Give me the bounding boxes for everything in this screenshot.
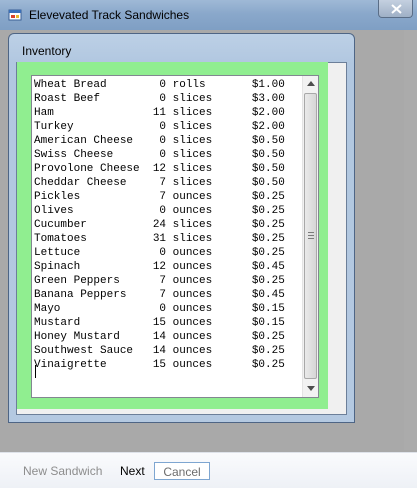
inventory-line: Spinach 12 ounces $0.45 <box>34 261 285 273</box>
inventory-line: Wheat Bread 0 rolls $1.00 <box>34 79 285 91</box>
inventory-list[interactable]: Wheat Bread 0 rolls $1.00 Roast Beef 0 sl… <box>31 75 319 398</box>
app-window-icon <box>8 9 22 21</box>
inventory-line: Provolone Cheese 12 slices $0.50 <box>34 163 285 175</box>
main-window: Elevevated Track Sandwiches Inventory Wh… <box>0 0 417 488</box>
inventory-line: Vinaigrette 15 ounces $0.25 <box>34 359 285 371</box>
inventory-list-text[interactable]: Wheat Bread 0 rolls $1.00 Roast Beef 0 sl… <box>34 78 301 395</box>
inventory-line: Turkey 0 slices $2.00 <box>34 121 285 133</box>
inventory-window-title: Inventory <box>22 44 72 58</box>
bottom-menu-strip: New Sandwich Next Cancel <box>0 452 417 488</box>
new-sandwich-button[interactable]: New Sandwich <box>23 462 102 480</box>
inventory-line: Mayo 0 ounces $0.15 <box>34 303 285 315</box>
inventory-scrollbar[interactable] <box>302 76 318 397</box>
scroll-grip-icon <box>308 232 314 239</box>
scroll-down-arrow-icon <box>307 386 315 391</box>
close-button[interactable] <box>378 0 413 18</box>
scroll-thumb[interactable] <box>304 93 317 379</box>
inventory-line: Banana Peppers 7 ounces $0.45 <box>34 289 285 301</box>
inventory-line: Ham 11 slices $2.00 <box>34 107 285 119</box>
window-title: Elevevated Track Sandwiches <box>29 8 190 22</box>
inventory-line: Southwest Sauce 14 ounces $0.25 <box>34 345 285 357</box>
cancel-button[interactable]: Cancel <box>154 462 210 480</box>
inventory-line: Honey Mustard 14 ounces $0.25 <box>34 331 285 343</box>
text-caret <box>35 365 36 378</box>
main-title-bar[interactable]: Elevevated Track Sandwiches <box>0 0 417 30</box>
inventory-line: American Cheese 0 slices $0.50 <box>34 135 285 147</box>
inventory-line: Cheddar Cheese 7 slices $0.50 <box>34 177 285 189</box>
inventory-line: Swiss Cheese 0 slices $0.50 <box>34 149 285 161</box>
inventory-line: Pickles 7 ounces $0.25 <box>34 191 285 203</box>
inventory-line: Roast Beef 0 slices $3.00 <box>34 93 285 105</box>
scroll-down-button[interactable] <box>303 381 319 397</box>
inventory-line: Tomatoes 31 slices $0.25 <box>34 233 285 245</box>
inventory-line: Cucumber 24 slices $0.25 <box>34 219 285 231</box>
inventory-line: Mustard 15 ounces $0.15 <box>34 317 285 329</box>
inventory-line: Olives 0 ounces $0.25 <box>34 205 285 217</box>
inventory-line: Green Peppers 7 ounces $0.25 <box>34 275 285 287</box>
inventory-line: Lettuce 0 ounces $0.25 <box>34 247 285 259</box>
mdi-edge <box>404 30 417 450</box>
close-x-icon <box>391 4 402 14</box>
scroll-up-button[interactable] <box>303 76 319 92</box>
next-button[interactable]: Next <box>120 462 145 480</box>
scroll-up-arrow-icon <box>307 81 315 86</box>
